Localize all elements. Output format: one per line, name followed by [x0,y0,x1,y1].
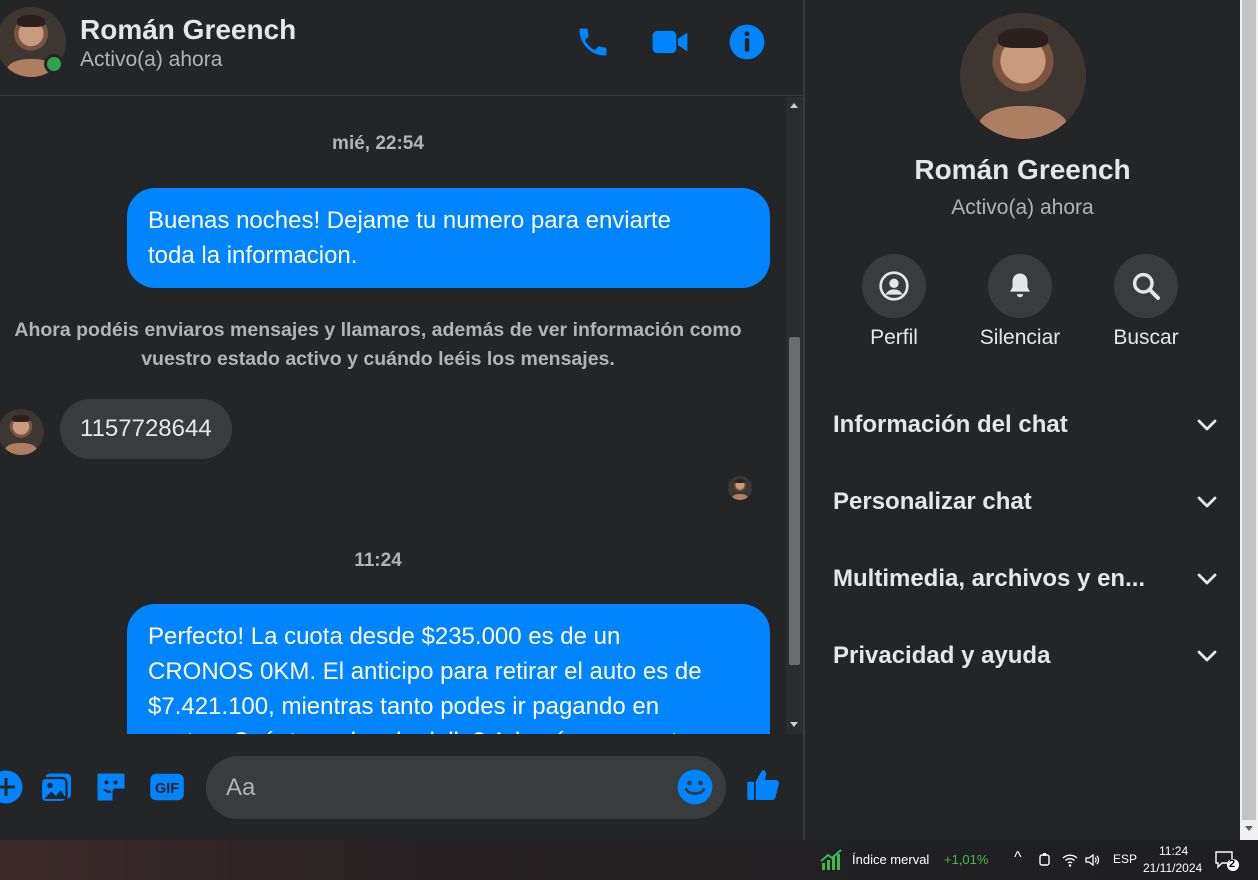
section-title: Información del chat [833,411,1068,438]
message-line: Buenas noches! Dejame tu numero para env… [148,207,671,234]
message-list[interactable]: mié, 22:54 Buenas noches! Dejame tu nume… [0,97,786,734]
message-line: CRONOS 0KM. El anticipo para retirar el … [148,658,702,685]
online-indicator [44,54,64,74]
notice-line: Ahora podéis enviaros mensajes y llamaro… [14,319,742,341]
search-icon[interactable] [1114,254,1178,318]
action-search[interactable]: Buscar [1096,254,1196,350]
message-line: $7.421.100, mientras tanto podes ir paga… [148,693,660,720]
chevron-down-icon [1197,650,1217,662]
bell-icon[interactable] [988,254,1052,318]
section-privacy-help[interactable]: Privacidad y ayuda [833,632,1218,680]
chevron-down-icon [1197,496,1217,508]
video-call-icon[interactable] [650,22,690,62]
message-input-box[interactable] [206,756,726,819]
phone-icon[interactable] [573,22,613,62]
scroll-down-arrow[interactable] [790,722,798,727]
sticker-icon[interactable] [91,767,131,807]
language-indicator[interactable]: ESP [1113,852,1137,866]
outgoing-message[interactable]: Buenas noches! Dejame tu numero para env… [127,188,770,288]
volume-icon[interactable] [1084,852,1100,868]
conversation-info-panel: Román Greench Activo(a) ahora Perfil Sil… [805,0,1240,840]
clock-time[interactable]: 11:24 [1159,844,1188,858]
profile-icon[interactable] [862,254,926,318]
gallery-icon[interactable] [36,767,76,807]
gif-icon[interactable]: GIF [147,767,187,807]
composer: GIF [0,735,803,840]
widget-label[interactable]: Índice merval [852,852,929,867]
scroll-up-arrow[interactable] [790,103,798,108]
message-line: toda la informacion. [148,242,358,269]
action-label: Buscar [1113,326,1179,349]
section-chat-info[interactable]: Información del chat [833,401,1218,449]
timestamp: 11:24 [354,550,402,571]
section-title: Personalizar chat [833,488,1032,515]
notifications-icon[interactable]: 2 [1214,850,1240,872]
wifi-icon[interactable] [1062,852,1078,868]
profile-name: Román Greench [914,154,1131,185]
clock-date[interactable]: 21/11/2024 [1143,861,1202,875]
notification-count: 2 [1229,858,1236,870]
message-line: Perfecto! La cuota desde $235.000 es de … [148,623,621,650]
like-icon[interactable] [744,765,784,805]
chevron-up-icon[interactable]: ^ [1014,849,1022,867]
scroll-thumb[interactable] [789,337,800,665]
action-mute[interactable]: Silenciar [970,254,1070,350]
section-media-files[interactable]: Multimedia, archivos y en... [833,555,1218,603]
plus-icon[interactable] [0,767,26,807]
message-scrollbar[interactable] [786,97,803,734]
emoji-icon[interactable] [676,768,714,806]
svg-text:GIF: GIF [155,781,179,797]
read-receipt-avatar [728,476,752,500]
section-customize-chat[interactable]: Personalizar chat [833,478,1218,526]
profile-avatar[interactable] [960,13,1086,139]
section-title: Privacidad y ayuda [833,642,1051,669]
action-label: Perfil [870,326,918,349]
sender-avatar[interactable] [0,409,44,455]
stock-chart-icon[interactable] [820,849,844,871]
profile-status: Activo(a) ahora [951,196,1094,219]
action-label: Silenciar [979,326,1061,349]
message-input[interactable] [226,756,666,819]
taskbar: Índice merval +1,01% ^ ESP 11:24 21/11/2… [0,840,1258,880]
timestamp: mié, 22:54 [332,133,424,154]
window-scrollbar[interactable] [1240,0,1258,840]
contact-status: Activo(a) ahora [80,48,223,71]
incoming-message[interactable]: 1157728644 [60,399,232,459]
window-scroll-thumb[interactable] [1242,0,1256,820]
device-icon[interactable] [1038,852,1052,868]
scroll-down-arrow[interactable] [1245,826,1253,831]
chevron-down-icon [1197,573,1217,585]
chat-column: Román Greench Activo(a) ahora mié, 22:54… [0,0,803,840]
system-notice: Ahora podéis enviaros mensajes y llamaro… [0,316,756,374]
outgoing-message[interactable]: Perfecto! La cuota desde $235.000 es de … [127,604,770,734]
widget-value: +1,01% [944,852,989,867]
section-title: Multimedia, archivos y en... [833,565,1146,592]
chat-header: Román Greench Activo(a) ahora [0,0,803,96]
message-line: cuotas. Cuánto podes de dolla? Además en… [148,724,749,734]
messenger-window: Román Greench Activo(a) ahora mié, 22:54… [0,0,1258,880]
notice-line: vuestro estado activo y cuándo leéis los… [141,348,615,370]
chevron-down-icon [1197,419,1217,431]
action-profile[interactable]: Perfil [844,254,944,350]
contact-name[interactable]: Román Greench [80,14,296,46]
info-icon[interactable] [727,22,767,62]
